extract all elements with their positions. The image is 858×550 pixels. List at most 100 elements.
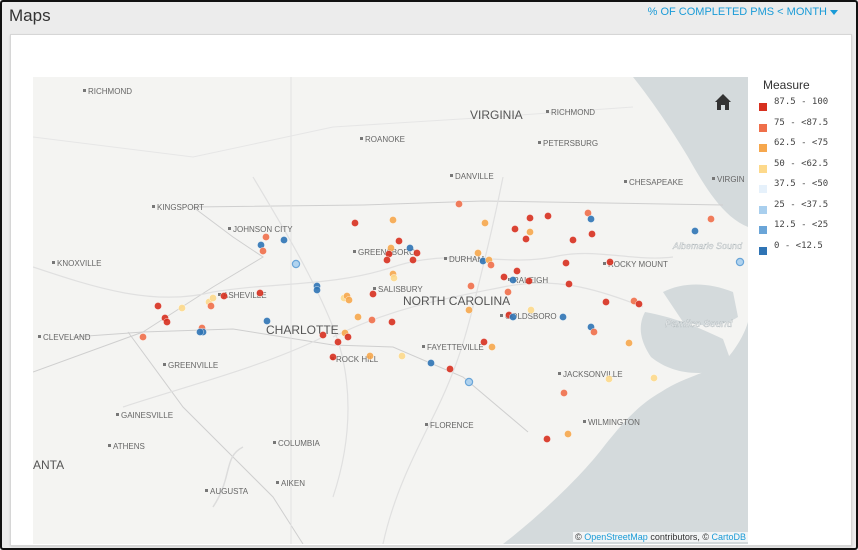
map-marker[interactable] bbox=[154, 302, 162, 310]
map-marker[interactable] bbox=[263, 317, 271, 325]
map-marker[interactable] bbox=[390, 274, 398, 282]
legend-item[interactable]: 50 - <62.5 bbox=[757, 158, 852, 181]
openstreetmap-link[interactable]: OpenStreetMap bbox=[584, 532, 648, 542]
home-button[interactable] bbox=[714, 93, 732, 111]
map-marker[interactable] bbox=[209, 294, 217, 302]
map-marker[interactable] bbox=[398, 352, 406, 360]
map-marker[interactable] bbox=[474, 249, 482, 257]
map-marker[interactable] bbox=[207, 302, 215, 310]
city-dot bbox=[444, 257, 447, 260]
map-marker[interactable] bbox=[569, 236, 577, 244]
map-marker[interactable] bbox=[163, 318, 171, 326]
map-marker[interactable] bbox=[481, 219, 489, 227]
map-marker[interactable] bbox=[354, 313, 362, 321]
map-marker[interactable] bbox=[559, 313, 567, 321]
map-marker[interactable] bbox=[480, 338, 488, 346]
map-marker[interactable] bbox=[262, 233, 270, 241]
map-marker[interactable] bbox=[504, 288, 512, 296]
legend-item[interactable]: 87.5 - 100 bbox=[757, 98, 852, 119]
map-marker[interactable] bbox=[625, 339, 633, 347]
place-label-charlotte: CHARLOTTE bbox=[266, 323, 339, 337]
map-marker[interactable] bbox=[500, 273, 508, 281]
map-marker[interactable] bbox=[388, 318, 396, 326]
map-marker[interactable] bbox=[544, 212, 552, 220]
map-marker[interactable] bbox=[319, 331, 327, 339]
legend-swatch bbox=[759, 144, 767, 152]
map-marker[interactable] bbox=[560, 389, 568, 397]
map-marker[interactable] bbox=[467, 282, 475, 290]
cartodb-link[interactable]: CartoDB bbox=[711, 532, 746, 542]
map-marker[interactable] bbox=[366, 352, 374, 360]
map-marker[interactable] bbox=[562, 259, 570, 267]
map-marker[interactable] bbox=[509, 313, 517, 321]
map-marker[interactable] bbox=[369, 290, 377, 298]
map-view[interactable]: RICHMOND VIRGINIA RICHMOND ROANOKE PETERSBUR… bbox=[33, 77, 748, 544]
map-marker[interactable] bbox=[464, 377, 474, 387]
map-marker[interactable] bbox=[543, 435, 551, 443]
city-dot bbox=[228, 227, 231, 230]
map-marker[interactable] bbox=[196, 328, 204, 336]
map-marker[interactable] bbox=[513, 267, 521, 275]
map-marker[interactable] bbox=[395, 237, 403, 245]
map-marker[interactable] bbox=[409, 256, 417, 264]
map-marker[interactable] bbox=[526, 214, 534, 222]
map-marker[interactable] bbox=[602, 298, 610, 306]
map-marker[interactable] bbox=[329, 353, 337, 361]
map-marker[interactable] bbox=[389, 216, 397, 224]
map-marker[interactable] bbox=[280, 236, 288, 244]
map-marker[interactable] bbox=[606, 258, 614, 266]
map-marker[interactable] bbox=[406, 244, 414, 252]
map-marker[interactable] bbox=[511, 225, 519, 233]
map-marker[interactable] bbox=[565, 280, 573, 288]
map-marker[interactable] bbox=[383, 256, 391, 264]
map-marker[interactable] bbox=[220, 292, 228, 300]
map-marker[interactable] bbox=[139, 333, 147, 341]
map-marker[interactable] bbox=[259, 247, 267, 255]
map-marker[interactable] bbox=[334, 338, 342, 346]
legend-label: 50 - <62.5 bbox=[774, 158, 829, 169]
map-marker[interactable] bbox=[446, 365, 454, 373]
map-marker[interactable] bbox=[707, 215, 715, 223]
city-dot bbox=[353, 250, 356, 253]
map-marker[interactable] bbox=[368, 316, 376, 324]
map-marker[interactable] bbox=[291, 259, 301, 269]
map-marker[interactable] bbox=[564, 430, 572, 438]
place-label-cleveland: CLEVELAND bbox=[43, 333, 91, 342]
map-marker[interactable] bbox=[735, 257, 745, 267]
legend-label: 62.5 - <75 bbox=[774, 138, 829, 148]
map-marker[interactable] bbox=[178, 304, 186, 312]
map-marker[interactable] bbox=[488, 343, 496, 351]
map-marker[interactable] bbox=[525, 277, 533, 285]
map-marker[interactable] bbox=[427, 359, 435, 367]
legend-item[interactable]: 12.5 - <25 bbox=[757, 221, 852, 242]
chevron-down-icon bbox=[830, 9, 838, 15]
legend-item[interactable]: 0 - <12.5 bbox=[757, 241, 852, 263]
map-marker[interactable] bbox=[691, 227, 699, 235]
map-marker[interactable] bbox=[465, 306, 473, 314]
map-marker[interactable] bbox=[256, 289, 264, 297]
legend-item[interactable]: 62.5 - <75 bbox=[757, 139, 852, 160]
map-marker[interactable] bbox=[413, 249, 421, 257]
map-marker[interactable] bbox=[509, 276, 517, 284]
map-marker[interactable] bbox=[344, 333, 352, 341]
legend-item[interactable]: 75 - <87.5 bbox=[757, 118, 852, 140]
legend: Measure 87.5 - 100 75 - <87.5 62.5 - <75 50… bbox=[757, 78, 852, 262]
map-marker[interactable] bbox=[590, 328, 598, 336]
measure-dropdown[interactable]: % OF COMPLETED PMS < MONTH bbox=[648, 6, 838, 18]
map-marker[interactable] bbox=[650, 374, 658, 382]
map-marker[interactable] bbox=[351, 219, 359, 227]
city-dot bbox=[546, 110, 549, 113]
map-marker[interactable] bbox=[587, 215, 595, 223]
map-marker[interactable] bbox=[588, 230, 596, 238]
map-marker[interactable] bbox=[527, 306, 535, 314]
map-marker[interactable] bbox=[635, 300, 643, 308]
map-marker[interactable] bbox=[313, 286, 321, 294]
map-marker[interactable] bbox=[487, 261, 495, 269]
map-marker[interactable] bbox=[605, 375, 613, 383]
map-marker[interactable] bbox=[345, 296, 353, 304]
legend-item[interactable]: 37.5 - <50 bbox=[757, 180, 852, 201]
map-marker[interactable] bbox=[526, 228, 534, 236]
map-marker[interactable] bbox=[522, 235, 530, 243]
map-marker[interactable] bbox=[455, 200, 463, 208]
legend-item[interactable]: 25 - <37.5 bbox=[757, 200, 852, 222]
